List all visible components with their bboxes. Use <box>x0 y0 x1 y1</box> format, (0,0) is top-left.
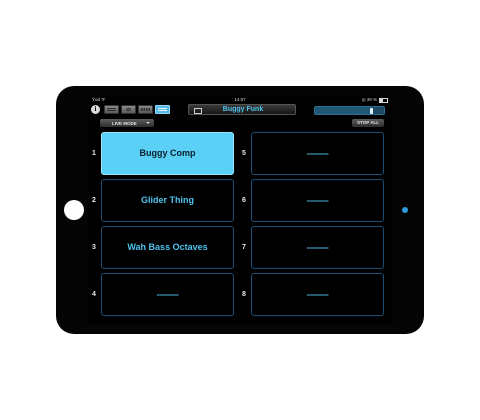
live-view-button[interactable] <box>155 105 170 114</box>
camera-dot <box>402 207 408 213</box>
grid-view-button[interactable] <box>138 105 153 114</box>
preset-slot-7[interactable]: ---------- <box>251 226 384 269</box>
battery-icon <box>379 97 388 103</box>
volume-fill <box>315 107 370 114</box>
status-bar: Ÿod ᯤ 14:57 ◎ 39 % <box>88 96 392 104</box>
chevron-down-icon <box>146 121 150 124</box>
setlist-selector[interactable]: Buggy Funk <box>188 104 296 115</box>
toolbar: i Buggy Funk <box>88 104 392 118</box>
volume-handle[interactable] <box>369 108 373 114</box>
circle-icon <box>126 108 131 111</box>
volume-slider[interactable] <box>314 106 385 115</box>
slot-number: 7 <box>242 244 246 251</box>
battery-text: ◎ 39 % <box>361 97 377 102</box>
slot-number: 1 <box>92 150 96 157</box>
slot-number: 5 <box>242 150 246 157</box>
mode-label: LIVE MODE <box>112 120 137 126</box>
preset-slot-5[interactable]: ---------- <box>251 132 384 175</box>
slot-number: 4 <box>92 291 96 298</box>
list-icon <box>107 108 116 111</box>
lines-icon <box>158 108 167 111</box>
slot-number: 2 <box>92 197 96 204</box>
grid-icon <box>141 108 150 111</box>
preset-slot-8[interactable]: ---------- <box>251 273 384 316</box>
mode-dropdown[interactable]: LIVE MODE <box>100 119 154 127</box>
setlist-title: Buggy Funk <box>222 106 264 113</box>
slot-number: 6 <box>242 197 246 204</box>
preset-slot-4[interactable]: ---------- <box>101 273 234 316</box>
status-time: 14:57 <box>234 97 246 102</box>
home-button[interactable] <box>64 200 84 220</box>
list-view-button[interactable] <box>104 105 119 114</box>
slot-number: 3 <box>92 244 96 251</box>
battery-indicator: ◎ 39 % <box>362 97 388 103</box>
preset-slot-2[interactable]: Glider Thing <box>101 179 234 222</box>
preset-slot-3[interactable]: Wah Bass Octaves <box>101 226 234 269</box>
app-screen: Ÿod ᯤ 14:57 ◎ 39 % i Buggy Funk LIVE MOD… <box>88 96 392 324</box>
slot-number: 8 <box>242 291 246 298</box>
preset-slot-1[interactable]: Buggy Comp <box>101 132 234 175</box>
browse-view-button[interactable] <box>121 105 136 114</box>
preset-slot-6[interactable]: ---------- <box>251 179 384 222</box>
info-icon[interactable]: i <box>91 105 100 114</box>
stop-all-button[interactable]: STOP ALL <box>352 119 384 127</box>
